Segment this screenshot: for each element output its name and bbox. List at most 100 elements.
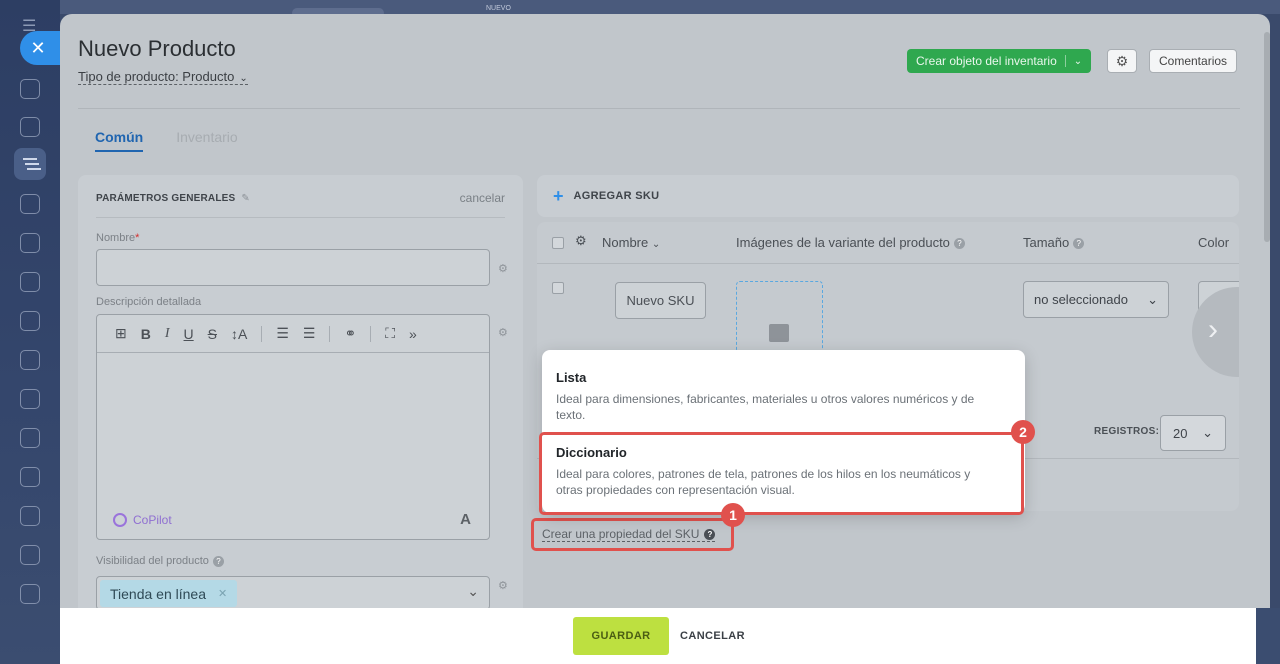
section-title: PARÁMETROS GENERALES [96,193,236,204]
close-icon[interactable]: ✕ [20,31,60,65]
records-value: 20 [1173,425,1188,441]
chevron-down-icon: ⌄ [239,73,248,84]
toolbar-divider [261,325,263,342]
font-style-button[interactable]: A [460,511,471,528]
layout-icon[interactable]: ⊞ [115,325,127,342]
numbered-list-icon[interactable]: ☰ [276,325,289,342]
visibility-tag-label: Tienda en línea [110,585,206,602]
chevron-down-icon[interactable]: ⌄ [1074,56,1082,67]
chevron-down-icon: ⌄ [651,239,661,250]
filter-icon[interactable] [14,148,46,180]
footer-bar: GUARDAR CANCELAR [60,608,1256,664]
create-inventory-button[interactable]: Crear objeto del inventario ⌄ [907,49,1092,73]
tabs: Común Inventario [95,129,238,152]
size-select[interactable]: no seleccionado ⌄ [1023,281,1169,318]
copilot-button[interactable]: CoPilot [113,513,172,527]
add-sku-label: AGREGAR SKU [573,190,660,202]
contact-icon[interactable] [20,311,40,331]
general-parameters-card: PARÁMETROS GENERALES ✎ cancelar Nombre* ⚙… [78,175,523,655]
calendar-icon[interactable] [20,350,40,370]
required-marker: * [135,232,140,244]
create-inventory-label: Crear objeto del inventario [916,54,1057,68]
highlight-diccionario [539,432,1024,515]
product-type-selector[interactable]: Tipo de producto: Producto ⌄ [78,69,248,85]
tasks-icon[interactable] [20,117,40,137]
name-input[interactable] [96,249,490,286]
editor-toolbar: ⊞ B I U S ↕A ☰ ☰ ⚭ ⛶ » [97,315,489,353]
description-editor[interactable]: ⊞ B I U S ↕A ☰ ☰ ⚭ ⛶ » CoPilot A [96,314,490,540]
pen-icon[interactable] [20,506,40,526]
product-panel: Nuevo Producto Tipo de producto: Product… [60,14,1270,664]
help-icon[interactable]: ? [1073,238,1085,250]
chevron-down-icon[interactable]: ⌄ [467,583,479,600]
cancel-link[interactable]: cancelar [460,191,505,205]
copilot-icon [113,513,127,527]
more-icon[interactable]: » [409,326,417,342]
visibility-tag: Tienda en línea ✕ [100,580,238,607]
button-divider [1064,55,1066,67]
left-rail: ☰ ✕ [0,0,60,664]
background-top-strip: NUEVO [60,0,1280,18]
column-images-header: Imágenes de la variante del producto? [736,235,965,250]
robot-icon[interactable] [20,194,40,214]
comments-button[interactable]: Comentarios [1149,49,1238,73]
step-badge-2: 2 [1011,420,1035,444]
tab-comun[interactable]: Común [95,129,144,152]
chevron-down-icon: ⌄ [1147,291,1158,307]
visibility-select[interactable]: Tienda en línea ✕ ⌄ [96,576,490,610]
underline-button[interactable]: U [184,326,194,342]
chevron-down-icon: ⌄ [1202,425,1213,440]
bullet-list-icon[interactable]: ☰ [303,325,316,342]
row-checkbox[interactable] [552,282,564,294]
sku-name-input[interactable]: Nuevo SKU [615,282,706,319]
gear-icon[interactable]: ⚙ [1107,49,1137,73]
general-parameters-heading: PARÁMETROS GENERALES ✎ [96,193,250,204]
image-icon [769,324,789,342]
header-divider [78,108,1240,109]
font-size-button[interactable]: ↕A [231,326,247,342]
records-label: REGISTROS: [1094,426,1160,437]
name-label-text: Nombre [96,232,136,244]
bold-button[interactable]: B [141,326,151,342]
cancel-button[interactable]: CANCELAR [680,630,745,642]
doc-icon[interactable] [20,467,40,487]
toolbar-divider [370,325,372,342]
select-all-checkbox[interactable] [552,237,564,249]
link-icon[interactable]: ⚭ [344,325,356,342]
option-lista[interactable]: Lista Ideal para dimensiones, fabricante… [556,370,1006,423]
gear-icon[interactable]: ⚙ [498,326,508,339]
italic-button[interactable]: I [165,326,170,342]
cube-icon[interactable] [20,545,40,565]
save-button[interactable]: GUARDAR [573,617,669,655]
strikethrough-button[interactable]: S [208,326,217,342]
target-icon[interactable] [20,428,40,448]
gear-icon[interactable]: ⚙ [498,579,508,592]
background-right-strip [1256,608,1280,664]
description-label: Descripción detallada [96,296,202,308]
records-per-page-select[interactable]: 20 ⌄ [1160,415,1226,451]
cart-icon[interactable] [20,272,40,292]
step-badge-1: 1 [721,503,745,527]
settings-icon[interactable] [20,584,40,604]
flow-icon[interactable] [20,79,40,99]
fullscreen-icon[interactable]: ⛶ [385,325,395,342]
size-value: no seleccionado [1034,292,1128,307]
background-label: NUEVO [486,5,511,12]
column-size-header: Tamaño? [1023,235,1085,250]
gear-icon[interactable]: ⚙ [498,262,508,275]
gear-icon[interactable]: ⚙ [575,233,587,249]
pencil-icon[interactable]: ✎ [241,193,250,204]
scrollbar[interactable] [1264,32,1270,242]
column-name-label: Nombre [602,235,649,250]
column-name-header[interactable]: Nombre ⌄ [602,235,660,250]
chart-icon[interactable] [20,233,40,253]
help-icon[interactable]: ? [212,555,224,567]
tab-inventario[interactable]: Inventario [176,129,237,152]
plus-icon: + [553,185,564,206]
option-lista-desc: Ideal para dimensiones, fabricantes, mat… [556,392,975,422]
product-type-label: Tipo de producto: Producto [78,69,235,84]
help-icon[interactable]: ? [953,238,965,250]
archive-icon[interactable] [20,389,40,409]
remove-tag-icon[interactable]: ✕ [218,587,227,600]
add-sku-bar[interactable]: + AGREGAR SKU [537,175,1239,217]
